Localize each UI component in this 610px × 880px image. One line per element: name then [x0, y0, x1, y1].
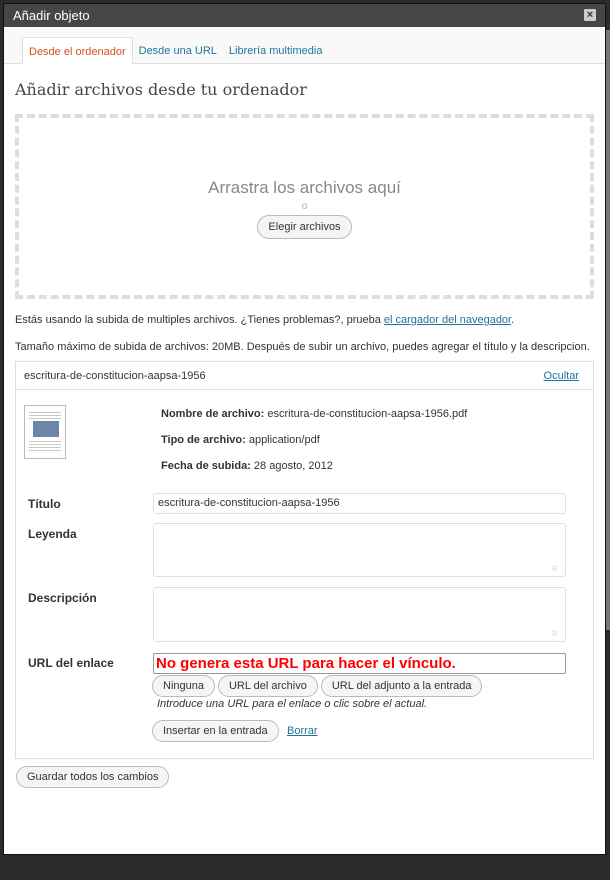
browser-uploader-link[interactable]: el cargador del navegador: [384, 314, 511, 326]
upload-date-value: 28 agosto, 2012: [253, 460, 333, 472]
drop-zone[interactable]: Arrastra los archivos aquí o Elegir arch…: [15, 114, 594, 299]
link-file-url-button[interactable]: URL del archivo: [217, 675, 318, 697]
description-label: Descripción: [28, 591, 97, 605]
insert-into-post-button[interactable]: Insertar en la entrada: [152, 720, 279, 742]
caption-label: Leyenda: [28, 527, 77, 541]
tab-bar: Desde el ordenador Desde una URL Librerí…: [4, 27, 605, 64]
pdf-thumbnail-icon: [24, 405, 66, 459]
multi-upload-text: Estás usando la subida de multiples arch…: [15, 314, 384, 326]
save-all-changes-button[interactable]: Guardar todos los cambios: [16, 766, 170, 788]
select-files-button[interactable]: Elegir archivos: [257, 215, 352, 239]
multi-upload-suffix: .: [511, 314, 515, 326]
drop-zone-title: Arrastra los archivos aquí: [208, 178, 401, 197]
dialog-titlebar: Añadir objeto ×: [4, 4, 605, 27]
dialog-content: Añadir archivos desde tu ordenador Arras…: [4, 80, 605, 759]
dialog-title: Añadir objeto: [13, 8, 90, 23]
media-item: escritura-de-constitucion-aapsa-1956 Ocu…: [15, 361, 594, 759]
resize-grip-icon[interactable]: ⁝⁝: [552, 629, 561, 638]
resize-grip-icon[interactable]: ⁝⁝: [552, 564, 561, 573]
tab-from-computer[interactable]: Desde el ordenador: [22, 37, 133, 64]
upload-date-label: Fecha de subida:: [161, 460, 251, 472]
tab-media-library[interactable]: Librería multimedia: [223, 37, 329, 64]
link-url-buttons: Ninguna URL del archivo URL del adjunto …: [152, 675, 483, 697]
file-type-row: Tipo de archivo: application/pdf: [161, 434, 320, 446]
tab-from-url[interactable]: Desde una URL: [133, 37, 223, 64]
add-media-dialog: Añadir objeto × Desde el ordenador Desde…: [3, 3, 606, 855]
link-url-label: URL del enlace: [28, 656, 114, 670]
link-attachment-url-button[interactable]: URL del adjunto a la entrada: [320, 675, 483, 697]
media-item-header: escritura-de-constitucion-aapsa-1956 Ocu…: [16, 362, 593, 390]
delete-link[interactable]: Borrar: [287, 725, 318, 737]
link-url-input[interactable]: No genera esta URL para hacer el vínculo…: [153, 653, 566, 674]
upload-date-row: Fecha de subida: 28 agosto, 2012: [161, 460, 333, 472]
file-type-value: application/pdf: [248, 434, 320, 446]
caption-textarea[interactable]: ⁝⁝: [153, 523, 566, 577]
drop-zone-or: o: [301, 201, 308, 212]
close-icon[interactable]: ×: [584, 9, 596, 21]
file-type-label: Tipo de archivo:: [161, 434, 246, 446]
description-textarea[interactable]: ⁝⁝: [153, 587, 566, 642]
title-input[interactable]: escritura-de-constitucion-aapsa-1956: [153, 493, 566, 514]
file-name-label: Nombre de archivo:: [161, 408, 265, 420]
max-size-note: Tamaño máximo de subida de archivos: 20M…: [15, 341, 590, 353]
title-label: Título: [28, 497, 61, 511]
link-url-help: Introduce una URL para el enlace o clic …: [157, 698, 428, 710]
file-name-row: Nombre de archivo: escritura-de-constitu…: [161, 408, 467, 420]
link-none-button[interactable]: Ninguna: [152, 675, 215, 697]
multi-upload-note: Estás usando la subida de multiples arch…: [15, 314, 594, 326]
file-name-value: escritura-de-constitucion-aapsa-1956.pdf: [267, 408, 468, 420]
hide-details-link[interactable]: Ocultar: [544, 362, 579, 390]
section-title: Añadir archivos desde tu ordenador: [15, 80, 307, 99]
media-item-filename: escritura-de-constitucion-aapsa-1956: [24, 370, 206, 382]
